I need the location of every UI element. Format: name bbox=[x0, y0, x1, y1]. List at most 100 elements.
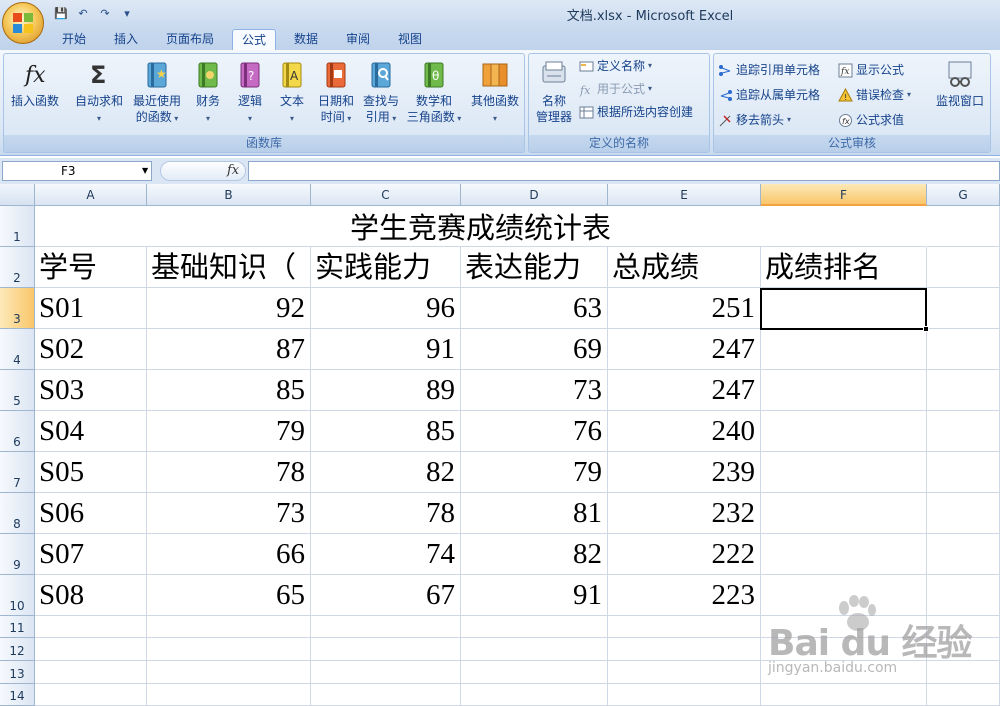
formula-input[interactable] bbox=[248, 161, 1000, 181]
use-in-formula-button[interactable]: fx 用于公式 ▾ bbox=[579, 79, 652, 99]
cell-d2[interactable]: 表达能力 bbox=[461, 247, 608, 288]
cell-c6[interactable]: 85 bbox=[311, 411, 461, 452]
cell-c12[interactable] bbox=[311, 638, 461, 661]
cell-e7[interactable]: 239 bbox=[608, 452, 761, 493]
cell-f2[interactable]: 成绩排名 bbox=[761, 247, 927, 288]
name-box-dropdown-icon[interactable]: ▼ bbox=[142, 166, 148, 175]
cell-g6[interactable] bbox=[927, 411, 1000, 452]
cell-b5[interactable]: 85 bbox=[147, 370, 311, 411]
cell-g8[interactable] bbox=[927, 493, 1000, 534]
cell-e12[interactable] bbox=[608, 638, 761, 661]
row-header-14[interactable]: 14 bbox=[0, 684, 35, 706]
cell-f8[interactable] bbox=[761, 493, 927, 534]
column-header-g[interactable]: G bbox=[927, 184, 1000, 206]
row-header-9[interactable]: 9 bbox=[0, 534, 35, 575]
define-name-button[interactable]: 定义名称 ▾ bbox=[579, 56, 652, 76]
error-checking-button[interactable]: ! 错误检查 ▾ bbox=[838, 85, 911, 105]
cell-f14[interactable] bbox=[761, 684, 927, 706]
cell-e11[interactable] bbox=[608, 616, 761, 638]
row-header-11[interactable]: 11 bbox=[0, 616, 35, 638]
cell-g3[interactable] bbox=[927, 288, 1000, 329]
cell-d10[interactable]: 91 bbox=[461, 575, 608, 616]
tab-page-layout[interactable]: 页面布局 bbox=[156, 29, 224, 50]
cell-c10[interactable]: 67 bbox=[311, 575, 461, 616]
cell-f7[interactable] bbox=[761, 452, 927, 493]
name-manager-button[interactable]: 名称 管理器 bbox=[531, 58, 577, 125]
column-header-c[interactable]: C bbox=[311, 184, 461, 206]
cell-a6[interactable]: S04 bbox=[35, 411, 147, 452]
cell-c2[interactable]: 实践能力 bbox=[311, 247, 461, 288]
cell-b10[interactable]: 65 bbox=[147, 575, 311, 616]
tab-data[interactable]: 数据 bbox=[284, 29, 328, 50]
financial-button[interactable]: 财务 ▾ bbox=[190, 58, 226, 127]
cell-a4[interactable]: S02 bbox=[35, 329, 147, 370]
cell-a7[interactable]: S05 bbox=[35, 452, 147, 493]
lookup-reference-button[interactable]: 查找与 引用 ▾ bbox=[358, 58, 404, 127]
cell-e6[interactable]: 240 bbox=[608, 411, 761, 452]
remove-arrows-button[interactable]: 移去箭头 ▾ bbox=[718, 110, 791, 130]
cell-e14[interactable] bbox=[608, 684, 761, 706]
cell-b3[interactable]: 92 bbox=[147, 288, 311, 329]
sheet-title-cell[interactable]: 学生竞赛成绩统计表 bbox=[35, 206, 926, 247]
cell-d11[interactable] bbox=[461, 616, 608, 638]
cell-d9[interactable]: 82 bbox=[461, 534, 608, 575]
cell-c5[interactable]: 89 bbox=[311, 370, 461, 411]
cell-b7[interactable]: 78 bbox=[147, 452, 311, 493]
cell-f6[interactable] bbox=[761, 411, 927, 452]
row-header-13[interactable]: 13 bbox=[0, 661, 35, 684]
cell-d3[interactable]: 63 bbox=[461, 288, 608, 329]
cell-d7[interactable]: 79 bbox=[461, 452, 608, 493]
cell-c14[interactable] bbox=[311, 684, 461, 706]
cell-a2[interactable]: 学号 bbox=[35, 247, 147, 288]
cell-d13[interactable] bbox=[461, 661, 608, 684]
fill-handle[interactable] bbox=[923, 326, 929, 332]
logical-button[interactable]: ? 逻辑 ▾ bbox=[232, 58, 268, 127]
tab-home[interactable]: 开始 bbox=[54, 29, 94, 50]
column-header-e[interactable]: E bbox=[608, 184, 761, 206]
autosum-button[interactable]: Σ 自动求和 ▾ bbox=[70, 58, 128, 127]
cell-b6[interactable]: 79 bbox=[147, 411, 311, 452]
select-all-button[interactable] bbox=[0, 184, 35, 206]
tab-view[interactable]: 视图 bbox=[388, 29, 432, 50]
cell-a10[interactable]: S08 bbox=[35, 575, 147, 616]
cell-e2[interactable]: 总成绩 bbox=[608, 247, 761, 288]
row-header-10[interactable]: 10 bbox=[0, 575, 35, 616]
cell-a5[interactable]: S03 bbox=[35, 370, 147, 411]
cell-c9[interactable]: 74 bbox=[311, 534, 461, 575]
row-header-8[interactable]: 8 bbox=[0, 493, 35, 534]
evaluate-formula-button[interactable]: fx 公式求值 bbox=[838, 110, 904, 130]
recent-functions-button[interactable]: ★ 最近使用 的函数 ▾ bbox=[128, 58, 186, 127]
row-header-4[interactable]: 4 bbox=[0, 329, 35, 370]
cell-c13[interactable] bbox=[311, 661, 461, 684]
cell-b8[interactable]: 73 bbox=[147, 493, 311, 534]
cell-c7[interactable]: 82 bbox=[311, 452, 461, 493]
column-header-a[interactable]: A bbox=[35, 184, 147, 206]
text-button[interactable]: A 文本 ▾ bbox=[274, 58, 310, 127]
cell-d6[interactable]: 76 bbox=[461, 411, 608, 452]
watch-window-button[interactable]: 监视窗口 bbox=[932, 58, 988, 109]
cell-b14[interactable] bbox=[147, 684, 311, 706]
tab-formulas[interactable]: 公式 bbox=[232, 29, 276, 50]
trace-precedents-button[interactable]: 追踪引用单元格 bbox=[718, 60, 820, 80]
name-box[interactable]: F3 bbox=[2, 161, 152, 181]
row-header-6[interactable]: 6 bbox=[0, 411, 35, 452]
row-header-12[interactable]: 12 bbox=[0, 638, 35, 661]
cell-d12[interactable] bbox=[461, 638, 608, 661]
cell-d14[interactable] bbox=[461, 684, 608, 706]
cell-d8[interactable]: 81 bbox=[461, 493, 608, 534]
row-header-2[interactable]: 2 bbox=[0, 247, 35, 288]
tab-insert[interactable]: 插入 bbox=[104, 29, 148, 50]
cell-e5[interactable]: 247 bbox=[608, 370, 761, 411]
cell-a12[interactable] bbox=[35, 638, 147, 661]
cell-f4[interactable] bbox=[761, 329, 927, 370]
cell-e4[interactable]: 247 bbox=[608, 329, 761, 370]
row-header-7[interactable]: 7 bbox=[0, 452, 35, 493]
cell-g9[interactable] bbox=[927, 534, 1000, 575]
cell-g14[interactable] bbox=[927, 684, 1000, 706]
cell-a14[interactable] bbox=[35, 684, 147, 706]
create-from-selection-button[interactable]: 根据所选内容创建 bbox=[579, 102, 693, 122]
cell-b12[interactable] bbox=[147, 638, 311, 661]
cell-a11[interactable] bbox=[35, 616, 147, 638]
cell-e3[interactable]: 251 bbox=[608, 288, 761, 329]
office-button[interactable] bbox=[2, 2, 44, 44]
